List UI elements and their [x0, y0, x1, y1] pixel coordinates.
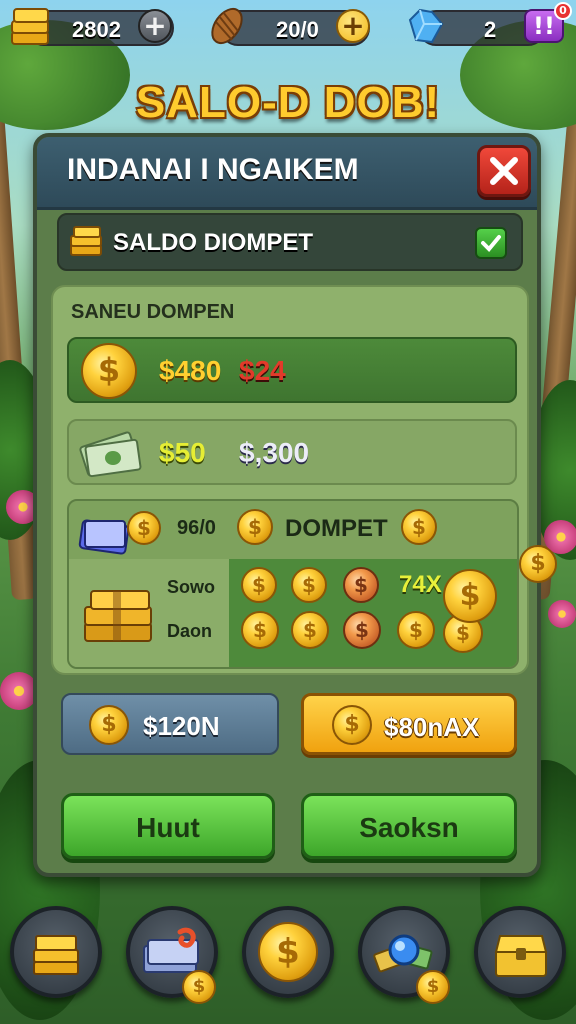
wood-log-icon — [204, 4, 250, 48]
dollar-coin-icon: $ — [241, 611, 279, 649]
add-wood-button[interactable]: + — [336, 9, 370, 43]
cash-bills-icon — [79, 431, 142, 478]
dollar-coin-icon: $ — [519, 545, 557, 583]
dock-coin-button[interactable]: $ — [242, 906, 334, 998]
bottom-dock: $ $ $ — [0, 906, 576, 1014]
gold-bars-stack-icon — [84, 590, 152, 642]
dollar-coin-icon: $ — [291, 567, 327, 603]
dompet-count: 96/0 — [177, 517, 216, 539]
dollar-coin-icon: $ — [81, 343, 137, 399]
action-buttons: Huut Saoksn — [57, 793, 527, 859]
gold-value: 2802 — [72, 17, 121, 42]
add-gold-button[interactable]: + — [138, 9, 172, 43]
gold-bars-icon — [33, 935, 79, 975]
dollar-coin-icon: $ — [241, 567, 277, 603]
gold-bars-icon — [70, 226, 102, 256]
dollar-coin-icon: $ — [291, 611, 329, 649]
dock-gem-button[interactable]: $ — [358, 906, 450, 1004]
dollar-coin-icon: $ — [89, 705, 129, 745]
close-button[interactable] — [477, 145, 531, 197]
cash-amount-primary: $50 — [159, 437, 206, 468]
gem-value: 2 — [484, 17, 497, 42]
large-dollar-coin-icon: $ — [443, 569, 497, 623]
wallet-label: SALDO DIOMPET — [113, 229, 314, 256]
amount-pill-right[interactable]: $ $80nAX — [301, 693, 517, 755]
amount-pill-right-label: $80nAX — [384, 712, 480, 742]
coin-grid: $ $ $ 74X $ $ $ $ $ $ — [229, 559, 517, 667]
cash-balance-row[interactable]: $50 $,300 — [67, 419, 517, 485]
coin-amount-secondary: $24 — [239, 355, 286, 386]
treasure-chest-icon — [494, 935, 548, 977]
blue-gem-icon — [402, 4, 448, 48]
dollar-coin-icon: $ — [397, 611, 435, 649]
wallet-details: SANEU DOMPEN $ $480 $24 $50 $,300 $ 96/0… — [51, 285, 557, 675]
dollar-coin-icon: $ — [332, 705, 372, 745]
dollar-coin-icon: $ — [182, 970, 216, 1004]
side-label-1: Sowo — [167, 577, 215, 597]
coin-balance-row[interactable]: $ $480 $24 — [67, 337, 517, 403]
wallet-checkbox[interactable] — [475, 227, 507, 259]
dollar-coin-icon: $ — [401, 509, 437, 545]
details-label: SANEU DOMPEN — [71, 301, 235, 323]
amount-pill-left-label: $120N — [143, 711, 220, 741]
gold-bars-cell: Sowo Daon — [69, 559, 229, 667]
wallet-balance-row: SALDO DIOMPET — [57, 213, 523, 271]
saoksn-button[interactable]: Saoksn — [301, 793, 517, 859]
close-x-icon — [490, 157, 518, 185]
saoksn-button-label: Saoksn — [359, 812, 459, 843]
cash-bundle-icon — [78, 519, 130, 555]
notification-badge: 0 — [554, 2, 572, 20]
amount-pills: $ $120N $ $80nAX — [57, 693, 527, 759]
multiplier: 74X — [399, 571, 442, 598]
dompet-label: DOMPET — [285, 515, 388, 542]
checkmark-icon — [481, 235, 501, 252]
dollar-coin-icon: $ — [237, 509, 273, 545]
dollar-coin-icon: $ — [416, 970, 450, 1004]
gold-bar-stack-icon — [8, 4, 54, 48]
resource-bar: 2802 + 20/0 + 2 !! 0 — [6, 2, 572, 50]
copper-coin-icon: $ — [343, 611, 381, 649]
side-label-2: Daon — [167, 621, 212, 641]
dock-cash-button[interactable]: $ — [126, 906, 218, 1004]
cash-amount-secondary: $,300 — [239, 437, 310, 468]
game-title: SALO-D DOB! — [135, 78, 441, 127]
dompet-section: $ 96/0 $ DOMPET $ Sowo Daon $ $ $ 74X $ … — [67, 499, 519, 669]
amount-pill-left[interactable]: $ $120N — [61, 693, 279, 755]
panel-title: INDANAI I NGAIKEM — [67, 153, 359, 186]
coin-amount-primary: $480 — [159, 355, 222, 386]
wood-value: 20/0 — [276, 17, 319, 42]
copper-coin-icon: $ — [343, 567, 379, 603]
dock-gold-bars-button[interactable] — [10, 906, 102, 998]
dollar-coin-icon: $ — [127, 511, 161, 545]
huut-button[interactable]: Huut — [61, 793, 275, 859]
wallet-panel: INDANAI I NGAIKEM SALDO DIOMPET SANEU DO… — [33, 133, 557, 877]
panel-header: INDANAI I NGAIKEM — [37, 137, 537, 210]
dock-chest-button[interactable] — [474, 906, 566, 998]
huut-button-label: Huut — [136, 812, 200, 843]
dollar-coin-icon: $ — [258, 922, 318, 982]
